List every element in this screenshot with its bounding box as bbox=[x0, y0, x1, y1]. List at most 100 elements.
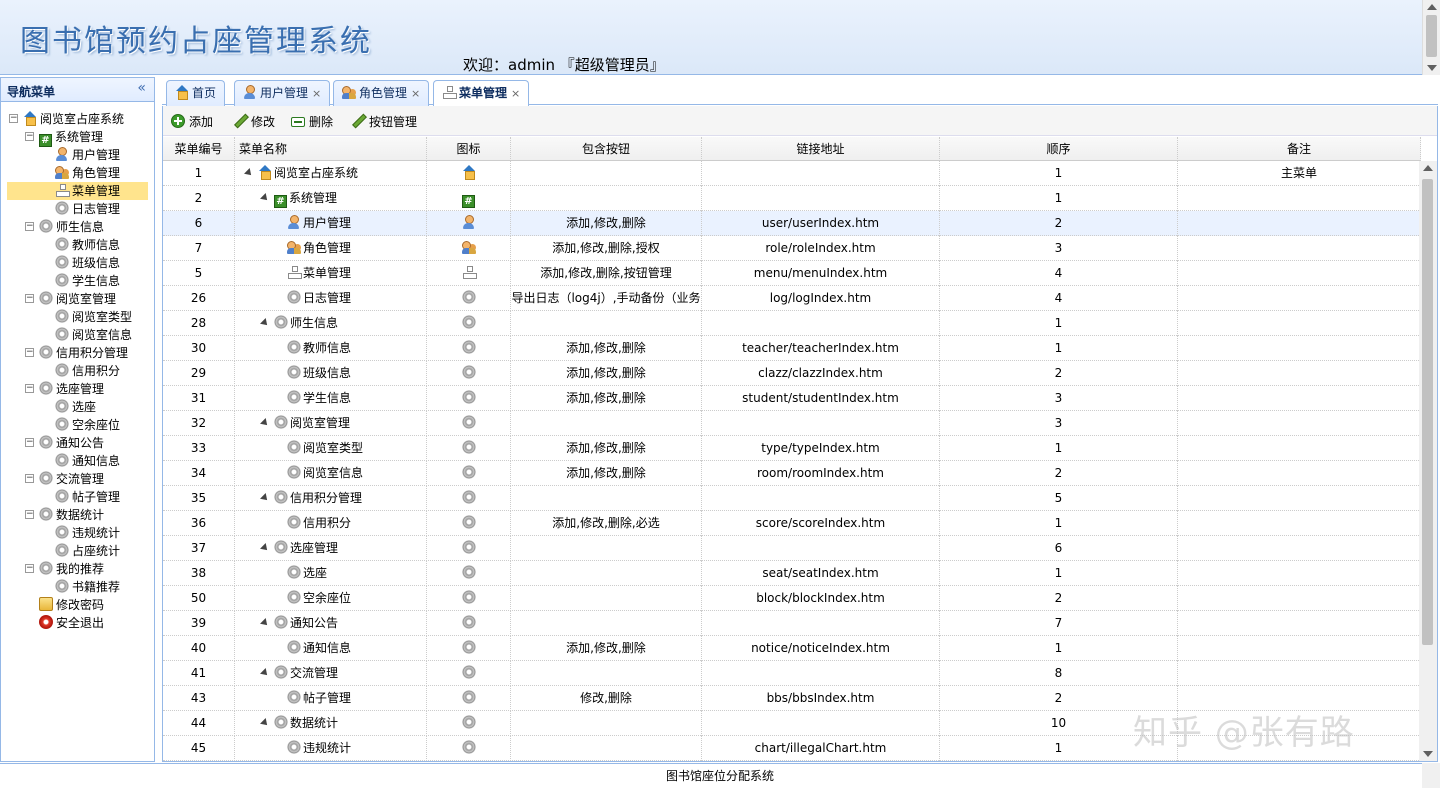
tree-toggle-icon[interactable]: − bbox=[25, 438, 34, 447]
table-row[interactable]: 1 阅览室占座系统 1 主菜单 bbox=[163, 161, 1421, 186]
table-row[interactable]: 41 交流管理 8 bbox=[163, 661, 1421, 686]
scrollbar-thumb[interactable] bbox=[1426, 15, 1437, 57]
add-button[interactable]: 添加 bbox=[171, 113, 213, 130]
tree-node[interactable]: − 选座管理 bbox=[1, 380, 154, 398]
page-scrollbar[interactable] bbox=[1422, 0, 1440, 75]
tree-node[interactable]: − 阅览室占座系统 bbox=[1, 110, 154, 128]
table-row[interactable]: 32 阅览室管理 3 bbox=[163, 411, 1421, 436]
table-row[interactable]: 39 通知公告 7 bbox=[163, 611, 1421, 636]
scroll-up-arrow-icon[interactable] bbox=[1427, 4, 1437, 10]
column-header[interactable]: 包含按钮 bbox=[511, 137, 702, 161]
tree-node-content: 交流管理 bbox=[39, 470, 108, 488]
scroll-up-arrow-icon[interactable] bbox=[1423, 165, 1433, 171]
tree-node[interactable]: − 阅览室管理 bbox=[1, 290, 154, 308]
column-header[interactable]: 菜单名称 bbox=[235, 137, 427, 161]
expand-arrow-icon[interactable] bbox=[260, 493, 270, 503]
collapse-icon[interactable]: « bbox=[137, 80, 146, 96]
expand-arrow-icon[interactable] bbox=[244, 168, 254, 178]
grid-scrollbar[interactable] bbox=[1419, 161, 1437, 761]
close-icon[interactable]: × bbox=[411, 87, 420, 100]
tree-node[interactable]: 安全退出 bbox=[1, 614, 154, 632]
tree-node[interactable]: 阅览室信息 bbox=[1, 326, 154, 344]
tree-node[interactable]: 修改密码 bbox=[1, 596, 154, 614]
table-row[interactable]: 31 学生信息 添加,修改,删除 student/studentIndex.htm 3 bbox=[163, 386, 1421, 411]
expand-arrow-icon[interactable] bbox=[260, 418, 270, 428]
expand-arrow-icon[interactable] bbox=[260, 318, 270, 328]
tree-toggle-icon[interactable]: − bbox=[25, 132, 34, 141]
tree-node[interactable]: − 通知公告 bbox=[1, 434, 154, 452]
tree-node[interactable]: 班级信息 bbox=[1, 254, 154, 272]
table-row[interactable]: 33 阅览室类型 添加,修改,删除 type/typeIndex.htm 1 bbox=[163, 436, 1421, 461]
tree-node[interactable]: 占座统计 bbox=[1, 542, 154, 560]
table-row[interactable]: 50 空余座位 block/blockIndex.htm 2 bbox=[163, 586, 1421, 611]
table-row[interactable]: 37 选座管理 6 bbox=[163, 536, 1421, 561]
tree-node[interactable]: 日志管理 bbox=[1, 200, 154, 218]
expand-arrow-icon[interactable] bbox=[260, 668, 270, 678]
tree-node[interactable]: 帖子管理 bbox=[1, 488, 154, 506]
tab-4[interactable]: 菜单管理 × bbox=[433, 80, 530, 107]
tree-toggle-icon[interactable]: − bbox=[25, 294, 34, 303]
tree-node[interactable]: 学生信息 bbox=[1, 272, 154, 290]
tree-toggle-icon[interactable]: − bbox=[25, 510, 34, 519]
tree-toggle-icon[interactable]: − bbox=[25, 222, 34, 231]
delete-button[interactable]: 删除 bbox=[291, 113, 333, 130]
gear-icon bbox=[461, 590, 476, 604]
tree-node[interactable]: 用户管理 bbox=[1, 146, 154, 164]
tree-node[interactable]: 通知信息 bbox=[1, 452, 154, 470]
table-row[interactable]: 34 阅览室信息 添加,修改,删除 room/roomIndex.htm 2 bbox=[163, 461, 1421, 486]
table-row[interactable]: 2 # 系统管理 #1 bbox=[163, 186, 1421, 211]
expand-arrow-icon[interactable] bbox=[260, 718, 270, 728]
tree-node[interactable]: 菜单管理 bbox=[1, 182, 154, 200]
table-row[interactable]: 36 信用积分 添加,修改,删除,必选 score/scoreIndex.htm 1 bbox=[163, 511, 1421, 536]
table-row[interactable]: 30 教师信息 添加,修改,删除 teacher/teacherIndex.htm 1 bbox=[163, 336, 1421, 361]
column-header[interactable]: 图标 bbox=[427, 137, 511, 161]
expand-arrow-icon[interactable] bbox=[260, 618, 270, 628]
column-header[interactable]: 顺序 bbox=[940, 137, 1178, 161]
tree-node[interactable]: 角色管理 bbox=[1, 164, 154, 182]
close-icon[interactable]: × bbox=[511, 87, 520, 100]
table-row[interactable]: 26 日志管理 导出日志（log4j）,手动备份（业务 log/logIndex.ht… bbox=[163, 286, 1421, 311]
tree-toggle-icon[interactable]: − bbox=[25, 474, 34, 483]
table-row[interactable]: 6 用户管理 添加,修改,删除 user/userIndex.htm 2 bbox=[163, 211, 1421, 236]
tree-node[interactable]: − 数据统计 bbox=[1, 506, 154, 524]
scroll-down-arrow-icon[interactable] bbox=[1423, 751, 1433, 757]
table-row[interactable]: 7 角色管理 添加,修改,删除,授权 role/roleIndex.htm 3 bbox=[163, 236, 1421, 261]
scroll-down-arrow-icon[interactable] bbox=[1427, 65, 1437, 71]
tree-node[interactable]: 空余座位 bbox=[1, 416, 154, 434]
tree-node[interactable]: − 我的推荐 bbox=[1, 560, 154, 578]
expand-arrow-icon[interactable] bbox=[260, 193, 270, 203]
tree-node[interactable]: 书籍推荐 bbox=[1, 578, 154, 596]
tree-node[interactable]: 信用积分 bbox=[1, 362, 154, 380]
column-header[interactable]: 备注 bbox=[1178, 137, 1421, 161]
table-row[interactable]: 28 师生信息 1 bbox=[163, 311, 1421, 336]
edit-button[interactable]: 修改 bbox=[233, 113, 275, 130]
tab-1[interactable]: 首页 bbox=[166, 80, 226, 106]
scrollbar-thumb[interactable] bbox=[1422, 179, 1433, 645]
tree-toggle-icon[interactable]: − bbox=[25, 348, 34, 357]
button-manage-button[interactable]: 按钮管理 bbox=[351, 113, 417, 130]
tree-node-label: 通知信息 bbox=[72, 454, 121, 468]
close-icon[interactable]: × bbox=[312, 87, 321, 100]
table-row[interactable]: 5 菜单管理 添加,修改,删除,按钮管理 menu/menuIndex.htm 4 bbox=[163, 261, 1421, 286]
tree-node[interactable]: 教师信息 bbox=[1, 236, 154, 254]
tree-toggle-icon[interactable]: − bbox=[25, 384, 34, 393]
column-header[interactable]: 链接地址 bbox=[702, 137, 940, 161]
footer-scrollbar[interactable] bbox=[1422, 763, 1440, 788]
table-row[interactable]: 29 班级信息 添加,修改,删除 clazz/clazzIndex.htm 2 bbox=[163, 361, 1421, 386]
expand-arrow-icon[interactable] bbox=[260, 543, 270, 553]
tree-toggle-icon[interactable]: − bbox=[9, 114, 18, 123]
column-header[interactable]: 菜单编号 bbox=[163, 137, 235, 161]
tree-node[interactable]: − 交流管理 bbox=[1, 470, 154, 488]
tree-node[interactable]: 选座 bbox=[1, 398, 154, 416]
tree-node[interactable]: 阅览室类型 bbox=[1, 308, 154, 326]
tree-node[interactable]: 违规统计 bbox=[1, 524, 154, 542]
table-row[interactable]: 38 选座 seat/seatIndex.htm 1 bbox=[163, 561, 1421, 586]
table-row[interactable]: 40 通知信息 添加,修改,删除 notice/noticeIndex.htm 1 bbox=[163, 636, 1421, 661]
table-row[interactable]: 35 信用积分管理 5 bbox=[163, 486, 1421, 511]
tree-node[interactable]: − 信用积分管理 bbox=[1, 344, 154, 362]
tab-2[interactable]: 用户管理 × bbox=[234, 80, 331, 106]
tree-node[interactable]: − # 系统管理 bbox=[1, 128, 154, 147]
tree-toggle-icon[interactable]: − bbox=[25, 564, 34, 573]
tab-3[interactable]: 角色管理 × bbox=[333, 80, 430, 106]
tree-node[interactable]: − 师生信息 bbox=[1, 218, 154, 236]
